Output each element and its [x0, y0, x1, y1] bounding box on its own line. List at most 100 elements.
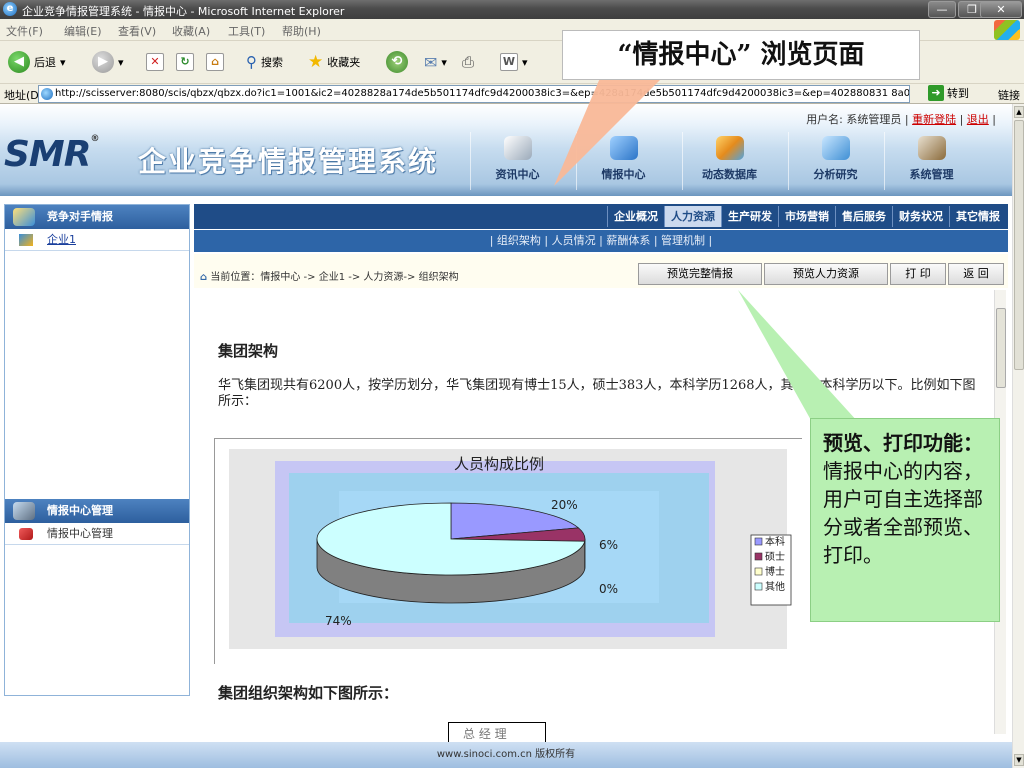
dropdown-arrow-icon: ▾ — [118, 55, 124, 69]
legend-swatch-其他 — [754, 582, 763, 591]
category-tabs: 企业概况 人力资源 生产研发 市场营销 售后服务 财务状况 其它情报 — [194, 204, 1008, 229]
legend-label-硕士: 硕士 — [765, 550, 785, 563]
star-icon: ★ — [308, 52, 324, 72]
forward-button[interactable]: ▶ ▾ — [92, 49, 124, 75]
admin-icon — [13, 502, 35, 520]
search-icon: ⚲ — [246, 53, 257, 71]
legend-swatch-博士 — [754, 567, 763, 576]
nav-intel-center[interactable]: 情报中心 — [576, 132, 670, 190]
tab-rnd[interactable]: 生产研发 — [721, 206, 778, 227]
close-button[interactable]: ✕ — [980, 1, 1022, 18]
location-icon: ⌂ — [200, 272, 208, 283]
preview-full-button[interactable]: 预览完整情报 — [638, 263, 762, 285]
tab-marketing[interactable]: 市场营销 — [778, 206, 835, 227]
links-button[interactable]: 链接 — [998, 87, 1020, 103]
content-paragraph: 华飞集团现共有6200人，按学历划分，华飞集团现有博士15人，硕士383人，本科… — [218, 378, 976, 409]
print-button[interactable]: ⎙ — [462, 49, 474, 75]
window-title: 企业竞争情报管理系统 - 情报中心 - Microsoft Internet E… — [22, 5, 345, 18]
database-icon — [715, 136, 744, 160]
chart-title: 人员构成比例 — [454, 455, 544, 473]
relogin-link[interactable]: 重新登陆 — [912, 113, 956, 126]
location-bar: ⌂ 当前位置：情报中心 -> 企业1 -> 人力资源-> 组织架构 预览完整情报… — [194, 254, 1008, 288]
section-heading: 集团架构 — [218, 342, 279, 360]
section-heading-2: 集团组织架构如下图所示： — [218, 684, 399, 702]
callout-right-text: 情报中心的内容，用户可自主选择部分或者全部预览、打印。 — [823, 459, 983, 567]
sidebar-head-competitor-intel: 竞争对手情报 — [5, 205, 189, 229]
menu-tools[interactable]: 工具(T) — [228, 23, 265, 39]
window-scrollbar[interactable]: ▲ ▼ — [1012, 104, 1024, 768]
smr-logo: SMR® — [4, 134, 99, 175]
app-header: 用户名: 系统管理员 | 重新登陆 | 退出 | SMR® 企业竞争情报管理系统… — [0, 104, 1012, 196]
search-button[interactable]: ⚲ 搜索 — [246, 49, 283, 75]
competitor-icon — [13, 208, 35, 226]
dropdown-arrow-icon: ▾ — [522, 55, 528, 69]
intel-icon — [609, 136, 638, 160]
menu-file[interactable]: 文件(F) — [6, 23, 43, 39]
legend-swatch-硕士 — [754, 552, 763, 561]
tab-after-sales[interactable]: 售后服务 — [835, 206, 892, 227]
address-url-text: http://scisserver:8080/scis/qbzx/qbzx.do… — [55, 88, 910, 99]
scroll-down-arrow[interactable]: ▼ — [1014, 754, 1024, 766]
dropdown-arrow-icon: ▾ — [441, 55, 447, 69]
pie-label-博士: 0% — [599, 582, 618, 596]
legend-label-博士: 博士 — [765, 565, 785, 578]
home-button[interactable]: ⌂ — [206, 49, 224, 75]
content-scroll-thumb[interactable] — [996, 308, 1006, 388]
mail-icon: ✉ — [424, 52, 438, 72]
pie-chart-frame: 人员构成比例 20% 6% 0% 74% 本科 硕士 博士 其他 — [214, 438, 803, 665]
stop-button[interactable]: ✕ — [146, 49, 164, 75]
menu-favorites[interactable]: 收藏(A) — [172, 23, 210, 39]
go-button[interactable]: ➜ 转到 — [928, 85, 969, 101]
tab-human-resources[interactable]: 人力资源 — [664, 206, 721, 227]
ie-logo-icon: e — [3, 2, 17, 16]
windows-flag-icon — [994, 20, 1020, 40]
address-input[interactable]: http://scisserver:8080/scis/qbzx/qbzx.do… — [38, 85, 910, 103]
system-name: 企业竞争情报管理系统 — [138, 145, 439, 178]
admin-item-icon — [19, 528, 33, 540]
scroll-up-arrow[interactable]: ▲ — [1014, 106, 1024, 118]
logout-link[interactable]: 退出 — [967, 113, 989, 126]
nav-analysis[interactable]: 分析研究 — [788, 132, 882, 190]
mail-button[interactable]: ✉ ▾ — [424, 49, 447, 75]
callout-top: “情报中心” 浏览页面 — [562, 30, 920, 80]
favorites-button[interactable]: ★ 收藏夹 — [308, 49, 360, 75]
edit-button[interactable]: W ▾ — [500, 49, 528, 75]
preview-hr-button[interactable]: 预览人力资源 — [764, 263, 888, 285]
pie-label-本科: 20% — [551, 498, 578, 512]
back-arrow-icon: ◀ — [8, 51, 30, 73]
tab-other-intel[interactable]: 其它情报 — [949, 206, 1006, 227]
nav-news-center[interactable]: 资讯中心 — [470, 132, 564, 190]
print-page-button[interactable]: 打 印 — [890, 263, 946, 285]
tools-icon — [917, 136, 946, 160]
back-button[interactable]: ◀ 后退 ▾ — [8, 49, 66, 75]
window-scroll-thumb[interactable] — [1014, 120, 1024, 370]
callout-right-title: 预览、打印功能： — [823, 431, 983, 455]
user-info: 用户名: 系统管理员 | 重新登陆 | 退出 | — [806, 113, 996, 126]
legend-swatch-本科 — [754, 537, 763, 546]
nav-dynamic-database[interactable]: 动态数据库 — [682, 132, 776, 190]
refresh-button[interactable]: ↻ — [176, 49, 194, 75]
history-button[interactable]: ⟲ — [386, 49, 408, 75]
minimize-button[interactable]: — — [928, 1, 956, 18]
menu-help[interactable]: 帮助(H) — [282, 23, 321, 39]
sidebar-item-company1[interactable]: 企业1 — [5, 229, 189, 251]
sidebar-head-intel-admin: 情报中心管理 — [5, 499, 189, 523]
back-page-button[interactable]: 返 回 — [948, 263, 1004, 285]
nav-system-admin[interactable]: 系统管理 — [884, 132, 978, 190]
breadcrumb: ⌂ 当前位置：情报中心 -> 企业1 -> 人力资源-> 组织架构 — [200, 272, 459, 283]
page-icon — [41, 88, 53, 100]
user-label: 用户名: 系统管理员 — [806, 113, 902, 126]
forward-arrow-icon: ▶ — [92, 51, 114, 73]
tab-company-overview[interactable]: 企业概况 — [607, 206, 664, 227]
tab-finance[interactable]: 财务状况 — [892, 206, 949, 227]
sub-navigation[interactable]: | 组织架构 | 人员情况 | 薪酬体系 | 管理机制 | — [194, 230, 1008, 252]
address-bar: 地址(D) http://scisserver:8080/scis/qbzx/q… — [0, 84, 1024, 104]
legend-label-本科: 本科 — [765, 535, 785, 548]
menu-view[interactable]: 查看(V) — [118, 23, 156, 39]
company-icon — [19, 234, 33, 246]
callout-right: 预览、打印功能： 情报中心的内容，用户可自主选择部分或者全部预览、打印。 — [810, 418, 1000, 622]
go-arrow-icon: ➜ — [928, 85, 944, 101]
pie-chart: 人员构成比例 20% 6% 0% 74% 本科硕士博士其他 — [215, 439, 803, 665]
menu-edit[interactable]: 编辑(E) — [64, 23, 102, 39]
sidebar-item-intel-admin[interactable]: 情报中心管理 — [5, 523, 189, 545]
